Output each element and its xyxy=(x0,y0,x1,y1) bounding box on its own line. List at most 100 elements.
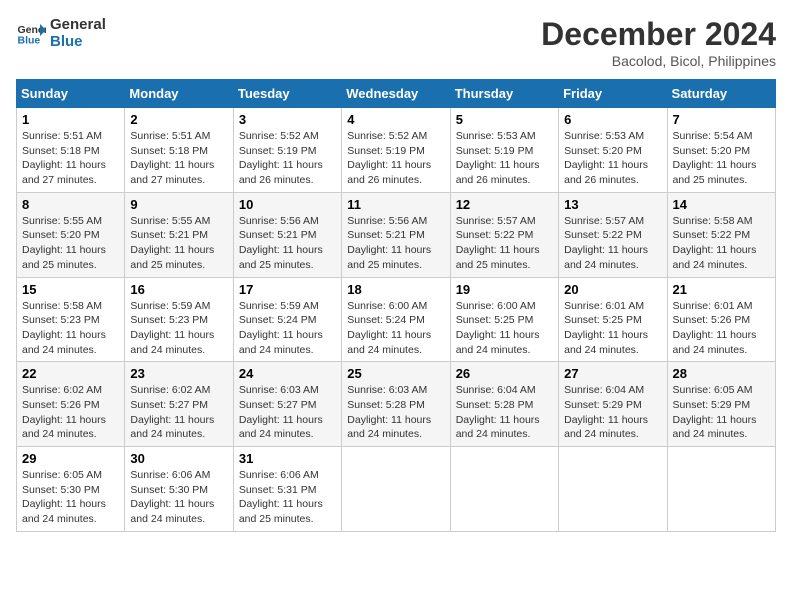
calendar-week-row: 29 Sunrise: 6:05 AM Sunset: 5:30 PM Dayl… xyxy=(17,447,776,532)
day-info: Sunrise: 6:00 AM Sunset: 5:24 PM Dayligh… xyxy=(347,299,444,358)
logo: General Blue General Blue xyxy=(16,16,106,50)
calendar: SundayMondayTuesdayWednesdayThursdayFrid… xyxy=(16,79,776,532)
location-title: Bacolod, Bicol, Philippines xyxy=(541,53,776,69)
calendar-day-13: 13 Sunrise: 5:57 AM Sunset: 5:22 PM Dayl… xyxy=(559,192,667,277)
day-info: Sunrise: 5:59 AM Sunset: 5:23 PM Dayligh… xyxy=(130,299,227,358)
day-info: Sunrise: 6:03 AM Sunset: 5:27 PM Dayligh… xyxy=(239,383,336,442)
day-info: Sunrise: 5:52 AM Sunset: 5:19 PM Dayligh… xyxy=(347,129,444,188)
calendar-day-28: 28 Sunrise: 6:05 AM Sunset: 5:29 PM Dayl… xyxy=(667,362,775,447)
day-info: Sunrise: 5:56 AM Sunset: 5:21 PM Dayligh… xyxy=(347,214,444,273)
day-info: Sunrise: 6:04 AM Sunset: 5:28 PM Dayligh… xyxy=(456,383,553,442)
calendar-body: 1 Sunrise: 5:51 AM Sunset: 5:18 PM Dayli… xyxy=(17,108,776,532)
day-number: 28 xyxy=(673,366,770,381)
day-number: 4 xyxy=(347,112,444,127)
weekday-header-saturday: Saturday xyxy=(667,80,775,108)
weekday-header-sunday: Sunday xyxy=(17,80,125,108)
calendar-day-21: 21 Sunrise: 6:01 AM Sunset: 5:26 PM Dayl… xyxy=(667,277,775,362)
logo-icon: General Blue xyxy=(16,18,46,48)
day-info: Sunrise: 6:02 AM Sunset: 5:26 PM Dayligh… xyxy=(22,383,119,442)
day-info: Sunrise: 6:05 AM Sunset: 5:29 PM Dayligh… xyxy=(673,383,770,442)
day-info: Sunrise: 6:06 AM Sunset: 5:30 PM Dayligh… xyxy=(130,468,227,527)
day-number: 24 xyxy=(239,366,336,381)
calendar-day-24: 24 Sunrise: 6:03 AM Sunset: 5:27 PM Dayl… xyxy=(233,362,341,447)
day-number: 2 xyxy=(130,112,227,127)
calendar-day-26: 26 Sunrise: 6:04 AM Sunset: 5:28 PM Dayl… xyxy=(450,362,558,447)
calendar-day-2: 2 Sunrise: 5:51 AM Sunset: 5:18 PM Dayli… xyxy=(125,108,233,193)
calendar-week-row: 1 Sunrise: 5:51 AM Sunset: 5:18 PM Dayli… xyxy=(17,108,776,193)
day-number: 15 xyxy=(22,282,119,297)
weekday-header-tuesday: Tuesday xyxy=(233,80,341,108)
day-number: 17 xyxy=(239,282,336,297)
day-number: 31 xyxy=(239,451,336,466)
logo-blue: Blue xyxy=(50,33,106,50)
day-info: Sunrise: 6:05 AM Sunset: 5:30 PM Dayligh… xyxy=(22,468,119,527)
weekday-header-monday: Monday xyxy=(125,80,233,108)
day-info: Sunrise: 5:57 AM Sunset: 5:22 PM Dayligh… xyxy=(456,214,553,273)
day-info: Sunrise: 5:58 AM Sunset: 5:23 PM Dayligh… xyxy=(22,299,119,358)
day-number: 23 xyxy=(130,366,227,381)
calendar-day-22: 22 Sunrise: 6:02 AM Sunset: 5:26 PM Dayl… xyxy=(17,362,125,447)
empty-cell xyxy=(450,447,558,532)
calendar-day-5: 5 Sunrise: 5:53 AM Sunset: 5:19 PM Dayli… xyxy=(450,108,558,193)
day-number: 3 xyxy=(239,112,336,127)
calendar-day-23: 23 Sunrise: 6:02 AM Sunset: 5:27 PM Dayl… xyxy=(125,362,233,447)
calendar-day-15: 15 Sunrise: 5:58 AM Sunset: 5:23 PM Dayl… xyxy=(17,277,125,362)
day-info: Sunrise: 6:01 AM Sunset: 5:26 PM Dayligh… xyxy=(673,299,770,358)
calendar-day-3: 3 Sunrise: 5:52 AM Sunset: 5:19 PM Dayli… xyxy=(233,108,341,193)
calendar-day-17: 17 Sunrise: 5:59 AM Sunset: 5:24 PM Dayl… xyxy=(233,277,341,362)
calendar-day-25: 25 Sunrise: 6:03 AM Sunset: 5:28 PM Dayl… xyxy=(342,362,450,447)
day-number: 1 xyxy=(22,112,119,127)
calendar-week-row: 15 Sunrise: 5:58 AM Sunset: 5:23 PM Dayl… xyxy=(17,277,776,362)
day-number: 25 xyxy=(347,366,444,381)
day-number: 14 xyxy=(673,197,770,212)
calendar-week-row: 8 Sunrise: 5:55 AM Sunset: 5:20 PM Dayli… xyxy=(17,192,776,277)
day-number: 20 xyxy=(564,282,661,297)
day-number: 27 xyxy=(564,366,661,381)
day-info: Sunrise: 5:51 AM Sunset: 5:18 PM Dayligh… xyxy=(130,129,227,188)
day-number: 29 xyxy=(22,451,119,466)
calendar-day-20: 20 Sunrise: 6:01 AM Sunset: 5:25 PM Dayl… xyxy=(559,277,667,362)
title-area: December 2024 Bacolod, Bicol, Philippine… xyxy=(541,16,776,69)
calendar-week-row: 22 Sunrise: 6:02 AM Sunset: 5:26 PM Dayl… xyxy=(17,362,776,447)
day-info: Sunrise: 5:54 AM Sunset: 5:20 PM Dayligh… xyxy=(673,129,770,188)
weekday-header-wednesday: Wednesday xyxy=(342,80,450,108)
calendar-day-29: 29 Sunrise: 6:05 AM Sunset: 5:30 PM Dayl… xyxy=(17,447,125,532)
empty-cell xyxy=(559,447,667,532)
day-number: 30 xyxy=(130,451,227,466)
header: General Blue General Blue December 2024 … xyxy=(16,16,776,69)
day-info: Sunrise: 5:57 AM Sunset: 5:22 PM Dayligh… xyxy=(564,214,661,273)
calendar-day-6: 6 Sunrise: 5:53 AM Sunset: 5:20 PM Dayli… xyxy=(559,108,667,193)
day-info: Sunrise: 5:53 AM Sunset: 5:19 PM Dayligh… xyxy=(456,129,553,188)
calendar-day-9: 9 Sunrise: 5:55 AM Sunset: 5:21 PM Dayli… xyxy=(125,192,233,277)
day-info: Sunrise: 6:03 AM Sunset: 5:28 PM Dayligh… xyxy=(347,383,444,442)
day-number: 11 xyxy=(347,197,444,212)
calendar-day-18: 18 Sunrise: 6:00 AM Sunset: 5:24 PM Dayl… xyxy=(342,277,450,362)
empty-cell xyxy=(342,447,450,532)
weekday-header-friday: Friday xyxy=(559,80,667,108)
day-info: Sunrise: 6:06 AM Sunset: 5:31 PM Dayligh… xyxy=(239,468,336,527)
calendar-day-14: 14 Sunrise: 5:58 AM Sunset: 5:22 PM Dayl… xyxy=(667,192,775,277)
calendar-day-19: 19 Sunrise: 6:00 AM Sunset: 5:25 PM Dayl… xyxy=(450,277,558,362)
day-info: Sunrise: 6:02 AM Sunset: 5:27 PM Dayligh… xyxy=(130,383,227,442)
calendar-day-8: 8 Sunrise: 5:55 AM Sunset: 5:20 PM Dayli… xyxy=(17,192,125,277)
day-number: 7 xyxy=(673,112,770,127)
svg-text:Blue: Blue xyxy=(18,35,41,47)
day-number: 10 xyxy=(239,197,336,212)
calendar-day-12: 12 Sunrise: 5:57 AM Sunset: 5:22 PM Dayl… xyxy=(450,192,558,277)
day-info: Sunrise: 6:01 AM Sunset: 5:25 PM Dayligh… xyxy=(564,299,661,358)
calendar-day-30: 30 Sunrise: 6:06 AM Sunset: 5:30 PM Dayl… xyxy=(125,447,233,532)
day-number: 19 xyxy=(456,282,553,297)
day-info: Sunrise: 5:53 AM Sunset: 5:20 PM Dayligh… xyxy=(564,129,661,188)
calendar-day-11: 11 Sunrise: 5:56 AM Sunset: 5:21 PM Dayl… xyxy=(342,192,450,277)
day-number: 6 xyxy=(564,112,661,127)
day-number: 16 xyxy=(130,282,227,297)
logo-general: General xyxy=(50,16,106,33)
day-number: 21 xyxy=(673,282,770,297)
day-number: 5 xyxy=(456,112,553,127)
day-number: 13 xyxy=(564,197,661,212)
day-info: Sunrise: 6:00 AM Sunset: 5:25 PM Dayligh… xyxy=(456,299,553,358)
day-number: 26 xyxy=(456,366,553,381)
month-title: December 2024 xyxy=(541,16,776,53)
day-info: Sunrise: 5:58 AM Sunset: 5:22 PM Dayligh… xyxy=(673,214,770,273)
day-info: Sunrise: 5:55 AM Sunset: 5:21 PM Dayligh… xyxy=(130,214,227,273)
